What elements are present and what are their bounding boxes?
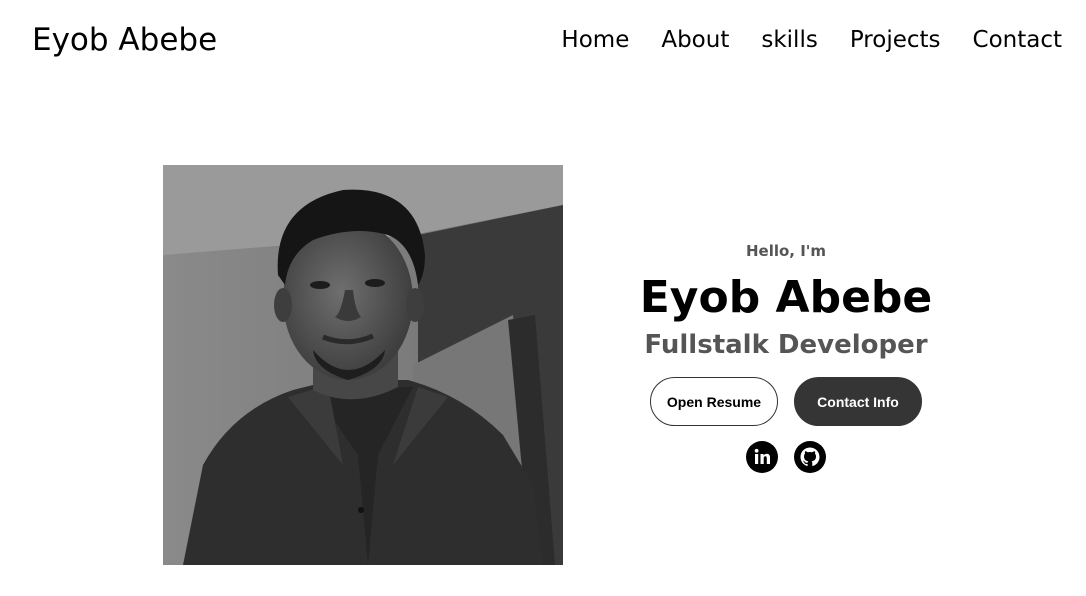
github-icon[interactable] bbox=[794, 441, 826, 473]
nav-link-skills[interactable]: skills bbox=[761, 24, 817, 56]
hero-section: Hello, I'm Eyob Abebe Fullstalk Develope… bbox=[600, 238, 972, 473]
nav-link-about[interactable]: About bbox=[661, 24, 729, 56]
contact-info-button[interactable]: Contact Info bbox=[794, 377, 922, 426]
page: Eyob Abebe Home About skills Projects Co… bbox=[0, 0, 1086, 596]
linkedin-icon[interactable] bbox=[746, 441, 778, 473]
nav-link-home[interactable]: Home bbox=[561, 24, 629, 56]
nav-link-projects[interactable]: Projects bbox=[850, 24, 941, 56]
hero-title: Fullstalk Developer bbox=[644, 330, 928, 360]
open-resume-button[interactable]: Open Resume bbox=[650, 377, 778, 426]
nav-link-contact[interactable]: Contact bbox=[973, 24, 1062, 56]
profile-photo bbox=[163, 165, 563, 565]
social-links bbox=[600, 441, 972, 473]
site-logo[interactable]: Eyob Abebe bbox=[32, 20, 217, 60]
hero-name: Eyob Abebe bbox=[639, 272, 933, 323]
hero-buttons: Open Resume Contact Info bbox=[600, 377, 972, 426]
greeting-text: Hello, I'm bbox=[745, 242, 827, 260]
main-nav: Home About skills Projects Contact bbox=[561, 24, 1062, 56]
